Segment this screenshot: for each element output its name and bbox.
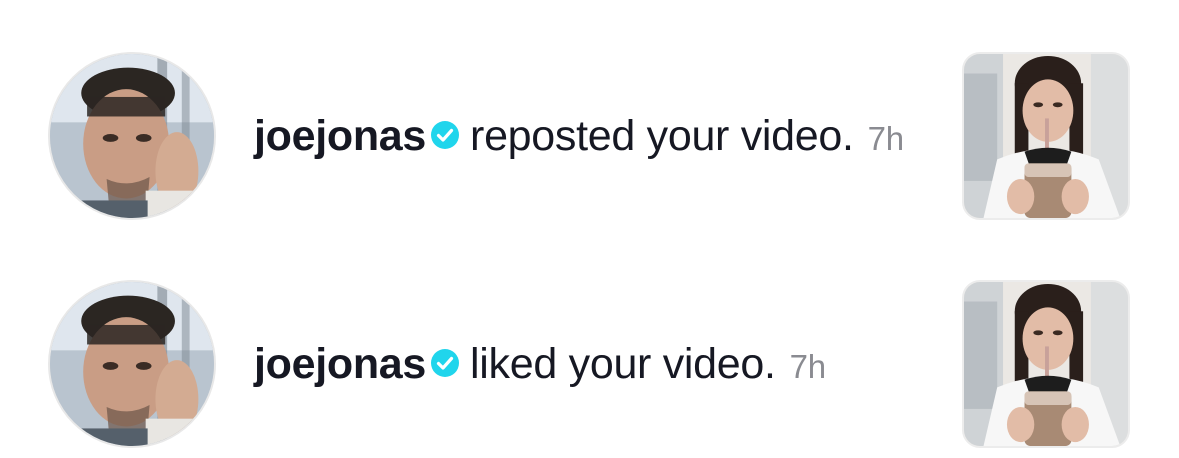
- timestamp: 7h: [789, 348, 826, 385]
- notification-item[interactable]: joejonas reposted your video. 7h: [0, 46, 1179, 226]
- notification-text: joejonas reposted your video. 7h: [254, 106, 904, 166]
- notification-action: liked your video.: [470, 339, 776, 388]
- verified-badge-icon: [430, 120, 460, 150]
- notification-action: reposted your video.: [470, 111, 854, 160]
- notification-text: joejonas liked your video. 7h: [254, 334, 826, 394]
- avatar-photo: [50, 282, 214, 446]
- notification-item[interactable]: joejonas liked your video. 7h: [0, 274, 1179, 454]
- verified-badge-icon: [430, 348, 460, 378]
- avatar[interactable]: [48, 280, 216, 448]
- avatar-photo: [50, 54, 214, 218]
- notification-list: joejonas reposted your video. 7h joejona…: [0, 0, 1179, 458]
- video-thumbnail-image: [964, 54, 1128, 218]
- video-thumbnail[interactable]: [962, 52, 1130, 220]
- video-thumbnail[interactable]: [962, 280, 1130, 448]
- username-link[interactable]: joejonas: [254, 112, 426, 161]
- avatar[interactable]: [48, 52, 216, 220]
- video-thumbnail-image: [964, 282, 1128, 446]
- timestamp: 7h: [867, 120, 904, 157]
- username-link[interactable]: joejonas: [254, 340, 426, 389]
